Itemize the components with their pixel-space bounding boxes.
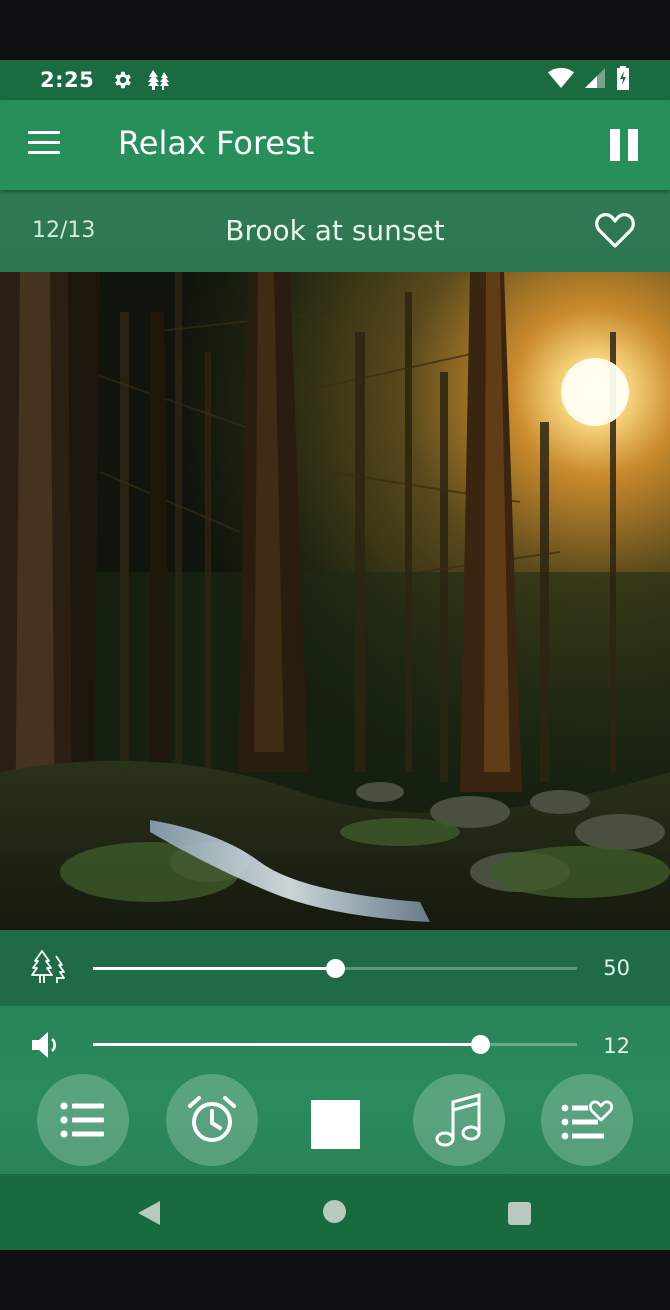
forest-artwork [0, 272, 670, 930]
status-bar: 2:25 [0, 60, 670, 100]
gear-icon [112, 69, 134, 91]
recents-square-icon[interactable] [508, 1202, 531, 1225]
screen-top-bezel [0, 0, 670, 60]
music-note-icon[interactable] [413, 1074, 505, 1166]
nature-volume-slider[interactable] [93, 959, 577, 978]
master-volume-fill [93, 1043, 481, 1046]
home-circle-icon[interactable] [323, 1200, 346, 1223]
heart-outline-icon[interactable] [594, 210, 636, 250]
app-title: Relax Forest [118, 124, 315, 162]
hamburger-menu-icon[interactable] [28, 131, 62, 159]
alarm-clock-icon[interactable] [166, 1074, 258, 1166]
track-name: Brook at sunset [225, 214, 445, 247]
app-bar: Relax Forest [0, 100, 670, 190]
battery-charging-icon [616, 66, 630, 94]
nature-volume-fill [93, 967, 335, 970]
back-triangle-icon[interactable] [137, 1200, 161, 1230]
list-icon[interactable] [37, 1074, 129, 1166]
screen-bottom-bezel [0, 1250, 670, 1310]
stop-icon[interactable] [311, 1100, 360, 1149]
master-volume-value: 12 [603, 1034, 630, 1058]
master-volume-thumb[interactable] [471, 1035, 491, 1054]
system-nav-bar [0, 1174, 670, 1250]
trees-icon [146, 69, 172, 91]
nature-volume-thumb[interactable] [326, 959, 345, 978]
wifi-icon [548, 67, 574, 93]
status-time: 2:25 [40, 68, 95, 92]
nature-volume-row: 50 [0, 930, 670, 1006]
trees-icon [28, 948, 68, 992]
pause-icon[interactable] [610, 129, 638, 161]
volume-icon [30, 1030, 66, 1064]
track-info-bar: 12/13 Brook at sunset [0, 190, 670, 272]
signal-icon [584, 67, 606, 93]
master-volume-slider[interactable] [93, 1035, 577, 1054]
favorites-list-icon[interactable] [541, 1074, 633, 1166]
nature-volume-value: 50 [603, 956, 630, 980]
